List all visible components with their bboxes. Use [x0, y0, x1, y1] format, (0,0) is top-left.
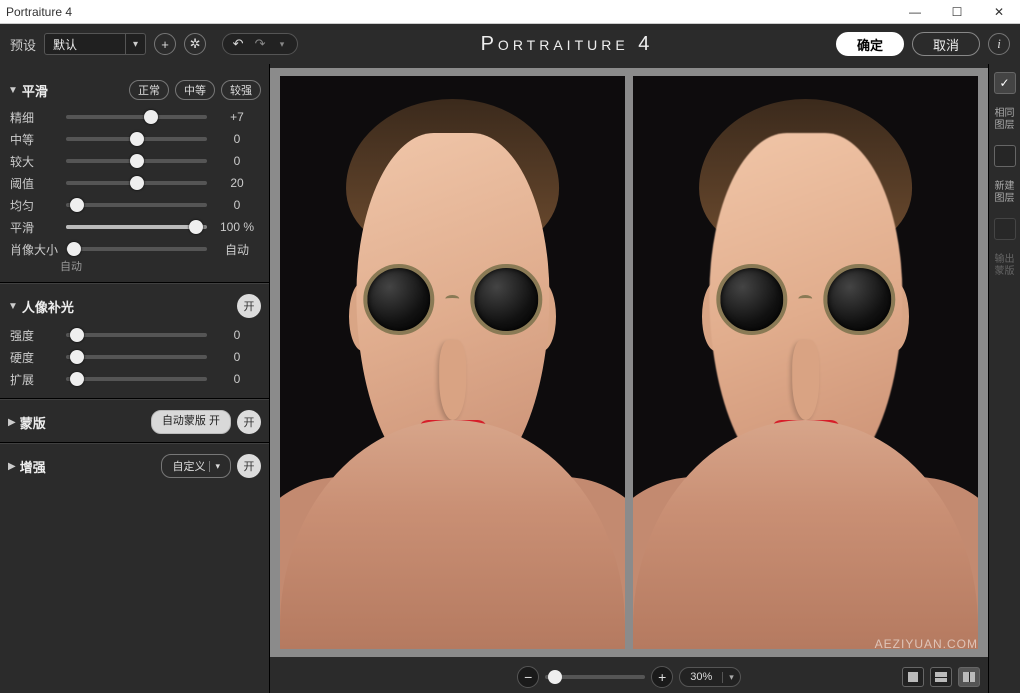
- view-split-horizontal-button[interactable]: [930, 667, 952, 687]
- slider-threshold: 阈值 20: [8, 172, 261, 194]
- watermark: AEZIYUAN.COM: [875, 637, 978, 651]
- output-sidebar: ✓ 相同图层 新建图层 输出蒙版: [988, 64, 1020, 693]
- enhance-mode-dropdown[interactable]: 自定义▾: [161, 454, 231, 478]
- enhance-toggle[interactable]: 开: [237, 454, 261, 478]
- slider-fine-track[interactable]: [66, 115, 207, 119]
- top-toolbar: 预设 默认 ▾ + ✲ ↶ ↷ ▾ Portraiture 4 确定 取消 i: [0, 24, 1020, 64]
- preset-dropdown[interactable]: 默认 ▾: [44, 33, 146, 55]
- app-logo: Portraiture 4: [306, 33, 828, 56]
- slider-portrait-size-track[interactable]: [66, 247, 207, 251]
- caret-right-icon: ▶: [8, 461, 16, 472]
- slider-smoothing-track[interactable]: [66, 225, 207, 229]
- slider-spread: 扩展 0: [8, 368, 261, 390]
- add-preset-button[interactable]: +: [154, 33, 176, 55]
- zoom-dropdown[interactable]: 30% ▾: [679, 667, 741, 687]
- window-minimize-button[interactable]: —: [894, 0, 936, 24]
- mask-auto-chip[interactable]: 自动蒙版 开: [151, 410, 231, 434]
- section-filllight-header[interactable]: ▼ 人像补光 开: [8, 294, 261, 318]
- section-enhance-title: 增强: [20, 457, 46, 476]
- slider-large: 较大 0: [8, 150, 261, 172]
- ok-button[interactable]: 确定: [836, 32, 904, 56]
- caret-right-icon: ▶: [8, 417, 16, 428]
- section-smooth-title: 平滑: [22, 81, 48, 100]
- output-mask-label: 输出蒙版: [995, 254, 1015, 277]
- slider-intensity-track[interactable]: [66, 333, 207, 337]
- filllight-toggle[interactable]: 开: [237, 294, 261, 318]
- section-smooth-header[interactable]: ▼ 平滑 正常 中等 较强: [8, 80, 261, 100]
- undo-button[interactable]: ↶: [227, 36, 249, 52]
- window-titlebar: Portraiture 4 — ☐ ✕: [0, 0, 1020, 24]
- info-button[interactable]: i: [988, 33, 1010, 55]
- section-mask-title: 蒙版: [20, 413, 46, 432]
- zoom-out-button[interactable]: −: [517, 666, 539, 688]
- mask-toggle[interactable]: 开: [237, 410, 261, 434]
- settings-panel: ▼ 平滑 正常 中等 较强 精细 +7 中等 0 较大: [0, 64, 270, 693]
- portrait-size-sublabel: 自动: [8, 258, 261, 274]
- slider-portrait-size: 肖像大小 自动: [8, 238, 261, 260]
- chevron-down-icon: ▾: [722, 672, 740, 683]
- preview-area: AEZIYUAN.COM − + 30% ▾: [270, 64, 988, 693]
- slider-hardness: 硬度 0: [8, 346, 261, 368]
- chevron-down-icon: ▾: [209, 461, 220, 472]
- slider-hardness-track[interactable]: [66, 355, 207, 359]
- slider-spread-track[interactable]: [66, 377, 207, 381]
- slider-fine: 精细 +7: [8, 106, 261, 128]
- section-mask-header[interactable]: ▶ 蒙版 自动蒙版 开 开: [8, 410, 261, 434]
- slider-uniform-track[interactable]: [66, 203, 207, 207]
- section-filllight-title: 人像补光: [22, 297, 74, 316]
- history-dropdown[interactable]: ▾: [271, 39, 293, 50]
- chevron-down-icon: ▾: [125, 34, 145, 54]
- view-single-button[interactable]: [902, 667, 924, 687]
- preset-selected: 默认: [45, 36, 125, 53]
- caret-down-icon: ▼: [8, 301, 18, 312]
- slider-intensity: 强度 0: [8, 324, 261, 346]
- history-group: ↶ ↷ ▾: [222, 33, 298, 55]
- window-maximize-button[interactable]: ☐: [936, 0, 978, 24]
- smooth-preset-normal[interactable]: 正常: [129, 80, 169, 100]
- slider-uniform: 均匀 0: [8, 194, 261, 216]
- slider-medium-track[interactable]: [66, 137, 207, 141]
- output-same-layer-button[interactable]: ✓: [994, 72, 1016, 94]
- preview-before[interactable]: [280, 76, 625, 649]
- bottom-toolbar: − + 30% ▾: [270, 661, 988, 693]
- slider-medium: 中等 0: [8, 128, 261, 150]
- window-title: Portraiture 4: [6, 5, 72, 19]
- slider-smoothing: 平滑 100 %: [8, 216, 261, 238]
- slider-large-track[interactable]: [66, 159, 207, 163]
- preview-after[interactable]: [633, 76, 978, 649]
- preset-label: 预设: [10, 35, 36, 54]
- preset-settings-button[interactable]: ✲: [184, 33, 206, 55]
- caret-down-icon: ▼: [8, 85, 18, 96]
- smooth-preset-strong[interactable]: 较强: [221, 80, 261, 100]
- slider-threshold-track[interactable]: [66, 181, 207, 185]
- output-mask-button[interactable]: [994, 218, 1016, 240]
- gear-icon: ✲: [190, 36, 201, 52]
- view-split-vertical-button[interactable]: [958, 667, 980, 687]
- redo-button[interactable]: ↷: [249, 36, 271, 52]
- zoom-slider[interactable]: [545, 675, 645, 679]
- output-new-layer-label: 新建图层: [995, 181, 1015, 204]
- smooth-preset-medium[interactable]: 中等: [175, 80, 215, 100]
- section-enhance-header[interactable]: ▶ 增强 自定义▾ 开: [8, 454, 261, 478]
- preview-split: AEZIYUAN.COM: [270, 68, 988, 657]
- cancel-button[interactable]: 取消: [912, 32, 980, 56]
- zoom-value: 30%: [680, 671, 722, 683]
- output-same-layer-label: 相同图层: [995, 108, 1015, 131]
- output-new-layer-button[interactable]: [994, 145, 1016, 167]
- window-close-button[interactable]: ✕: [978, 0, 1020, 24]
- zoom-in-button[interactable]: +: [651, 666, 673, 688]
